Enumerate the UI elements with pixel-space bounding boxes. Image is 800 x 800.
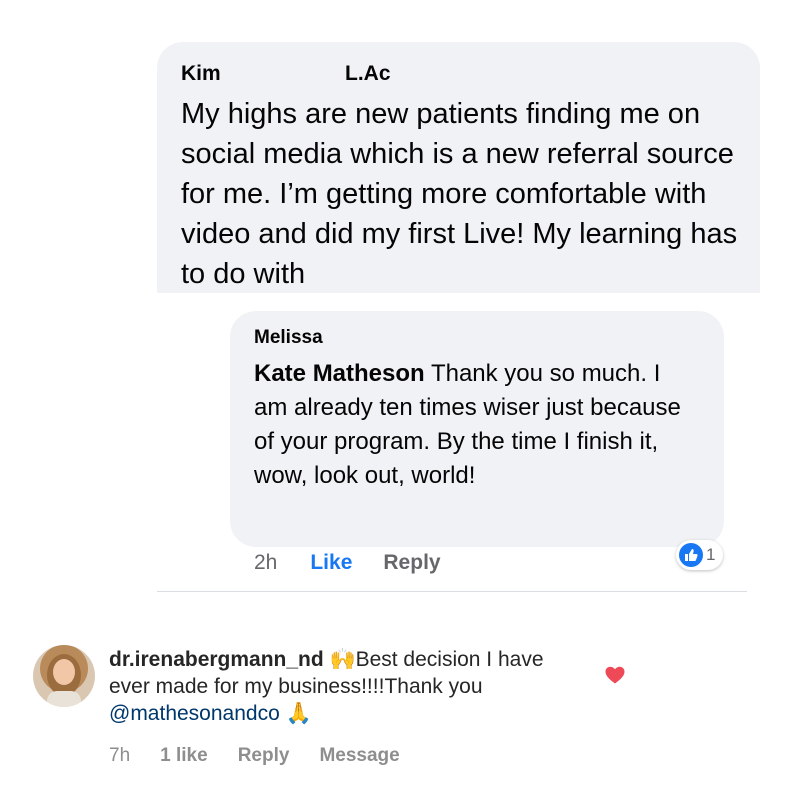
reply-button[interactable]: Reply [383, 551, 440, 575]
like-button[interactable]: Like [310, 551, 352, 575]
comment-timestamp[interactable]: 7h [109, 745, 130, 767]
tagged-user[interactable]: Kate Matheson [254, 360, 425, 387]
likes-count[interactable]: 1 like [160, 745, 208, 767]
folded-hands-icon: 🙏 [285, 702, 312, 725]
comment-username[interactable]: dr.irenabergmann_nd [109, 648, 324, 671]
avatar[interactable] [33, 645, 95, 707]
reaction-count: 1 [706, 545, 716, 564]
reaction-badge[interactable]: 1 [676, 540, 724, 570]
comment-text: My highs are new patients finding me on … [181, 98, 738, 290]
reply-button[interactable]: Reply [238, 745, 290, 767]
comment-author-row: Kim L.Ac [181, 62, 736, 90]
comment-author[interactable]: Melissa [254, 327, 702, 351]
comment-bubble-kim: Kim L.Ac My highs are new patients findi… [157, 42, 760, 293]
comment-author-credential[interactable]: L.Ac [345, 62, 391, 86]
comment-text: Kate Matheson Thank you so much. I am al… [254, 357, 694, 493]
heart-icon[interactable] [605, 666, 625, 689]
ig-comment-actions: 7h 1 like Reply Message [109, 745, 430, 767]
mention-link[interactable]: @mathesonandco [109, 702, 280, 725]
message-button[interactable]: Message [319, 745, 399, 767]
comment-bubble-melissa: Melissa Kate Matheson Thank you so much.… [230, 311, 724, 547]
comment-timestamp[interactable]: 2h [254, 551, 277, 575]
comment-author-first[interactable]: Kim [181, 62, 345, 86]
raising-hands-icon: 🙌 [329, 648, 356, 671]
comment-actions: 2h Like Reply [254, 551, 441, 575]
ig-comment: dr.irenabergmann_nd 🙌Best decision I hav… [109, 646, 589, 727]
thumbs-up-icon [679, 543, 703, 567]
divider [157, 591, 747, 592]
